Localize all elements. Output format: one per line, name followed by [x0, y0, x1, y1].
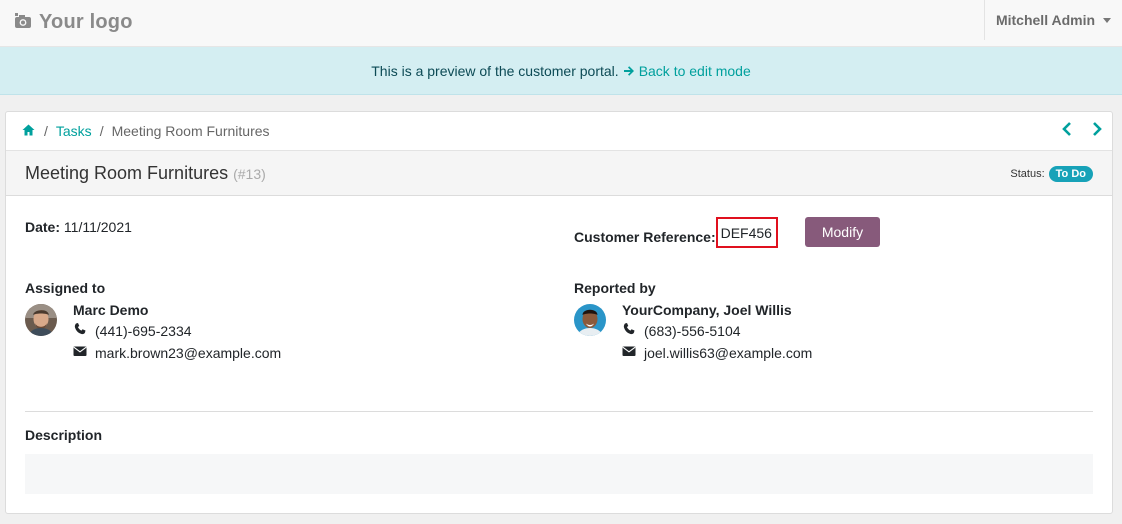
chevron-right-icon[interactable]	[1092, 122, 1102, 139]
banner-text: This is a preview of the customer portal…	[371, 62, 619, 79]
breadcrumb-tasks[interactable]: Tasks	[56, 123, 92, 139]
assigned-phone: (441)-695-2334	[95, 322, 192, 339]
reported-details: YourCompany, Joel Willis (683)-556-5104 …	[622, 302, 812, 366]
assigned-person: Marc Demo (441)-695-2334 mark.brown23@ex…	[25, 302, 281, 366]
record-pager	[1062, 122, 1102, 139]
date-label: Date:	[25, 219, 61, 235]
reported-by-section: Reported by YourCompany, Joel Willis (68…	[574, 280, 812, 366]
description-content	[25, 454, 1093, 494]
task-title-text: Meeting Room Furnitures	[25, 163, 229, 183]
date-value: 11/11/2021	[63, 219, 132, 235]
envelope-icon	[73, 344, 87, 361]
phone-icon	[622, 322, 636, 339]
section-divider	[25, 411, 1093, 412]
envelope-icon	[622, 344, 636, 361]
logo-text: Your logo	[39, 10, 133, 33]
arrow-right-icon	[623, 65, 634, 76]
breadcrumb: / Tasks / Meeting Room Furnitures	[6, 112, 1112, 150]
chevron-left-icon[interactable]	[1062, 122, 1072, 139]
reported-person: YourCompany, Joel Willis (683)-556-5104 …	[574, 302, 812, 366]
date-field: Date: 11/11/2021	[25, 219, 132, 235]
assigned-phone-row: (441)-695-2334	[73, 322, 281, 339]
assigned-details: Marc Demo (441)-695-2334 mark.brown23@ex…	[73, 302, 281, 366]
breadcrumb-separator: /	[44, 123, 48, 139]
breadcrumb-separator: /	[99, 123, 104, 139]
phone-icon	[73, 322, 87, 339]
home-icon[interactable]	[22, 124, 36, 138]
back-to-edit-label: Back to edit mode	[638, 62, 751, 79]
task-id: (#13)	[233, 166, 266, 182]
reported-email-row: joel.willis63@example.com	[622, 344, 812, 361]
caret-down-icon	[1103, 17, 1112, 23]
description-label: Description	[25, 427, 103, 443]
company-logo[interactable]: Your logo	[14, 9, 133, 35]
status-label: Status:	[1010, 168, 1045, 180]
reported-phone: (683)-556-5104	[644, 322, 741, 339]
task-header: Meeting Room Furnitures (#13) Status: To …	[6, 150, 1112, 196]
assigned-email-row: mark.brown23@example.com	[73, 344, 281, 361]
portal-preview-banner: This is a preview of the customer portal…	[0, 47, 1122, 95]
task-card: / Tasks / Meeting Room Furnitures Meetin…	[5, 111, 1113, 514]
user-name: Mitchell Admin	[995, 12, 1096, 28]
back-to-edit-link[interactable]: Back to edit mode	[623, 63, 751, 79]
reported-by-title: Reported by	[574, 280, 656, 296]
camera-icon	[14, 12, 32, 32]
assigned-to-section: Assigned to Marc Demo (441)-695-2334 mar…	[25, 280, 281, 366]
avatar	[25, 304, 57, 336]
customer-reference-value: DEF456	[715, 217, 778, 248]
reported-email: joel.willis63@example.com	[644, 344, 813, 361]
customer-reference-label: Customer Reference:	[574, 228, 716, 245]
breadcrumb-current: Meeting Room Furnitures	[111, 123, 270, 139]
modify-button[interactable]: Modify	[804, 216, 880, 247]
customer-reference-field: Customer Reference: DEF456 Modify	[574, 216, 880, 248]
avatar	[574, 304, 606, 336]
assigned-email: mark.brown23@example.com	[95, 344, 282, 361]
task-status: Status: To Do	[1010, 166, 1093, 182]
assigned-to-title: Assigned to	[25, 280, 106, 296]
assigned-name: Marc Demo	[73, 302, 149, 318]
status-badge: To Do	[1048, 166, 1093, 182]
reported-phone-row: (683)-556-5104	[622, 322, 812, 339]
user-menu-dropdown[interactable]: Mitchell Admin	[984, 0, 1122, 40]
task-title: Meeting Room Furnitures (#13)	[25, 163, 266, 184]
reported-name: YourCompany, Joel Willis	[622, 302, 792, 318]
top-navbar: Your logo Mitchell Admin	[0, 0, 1122, 47]
